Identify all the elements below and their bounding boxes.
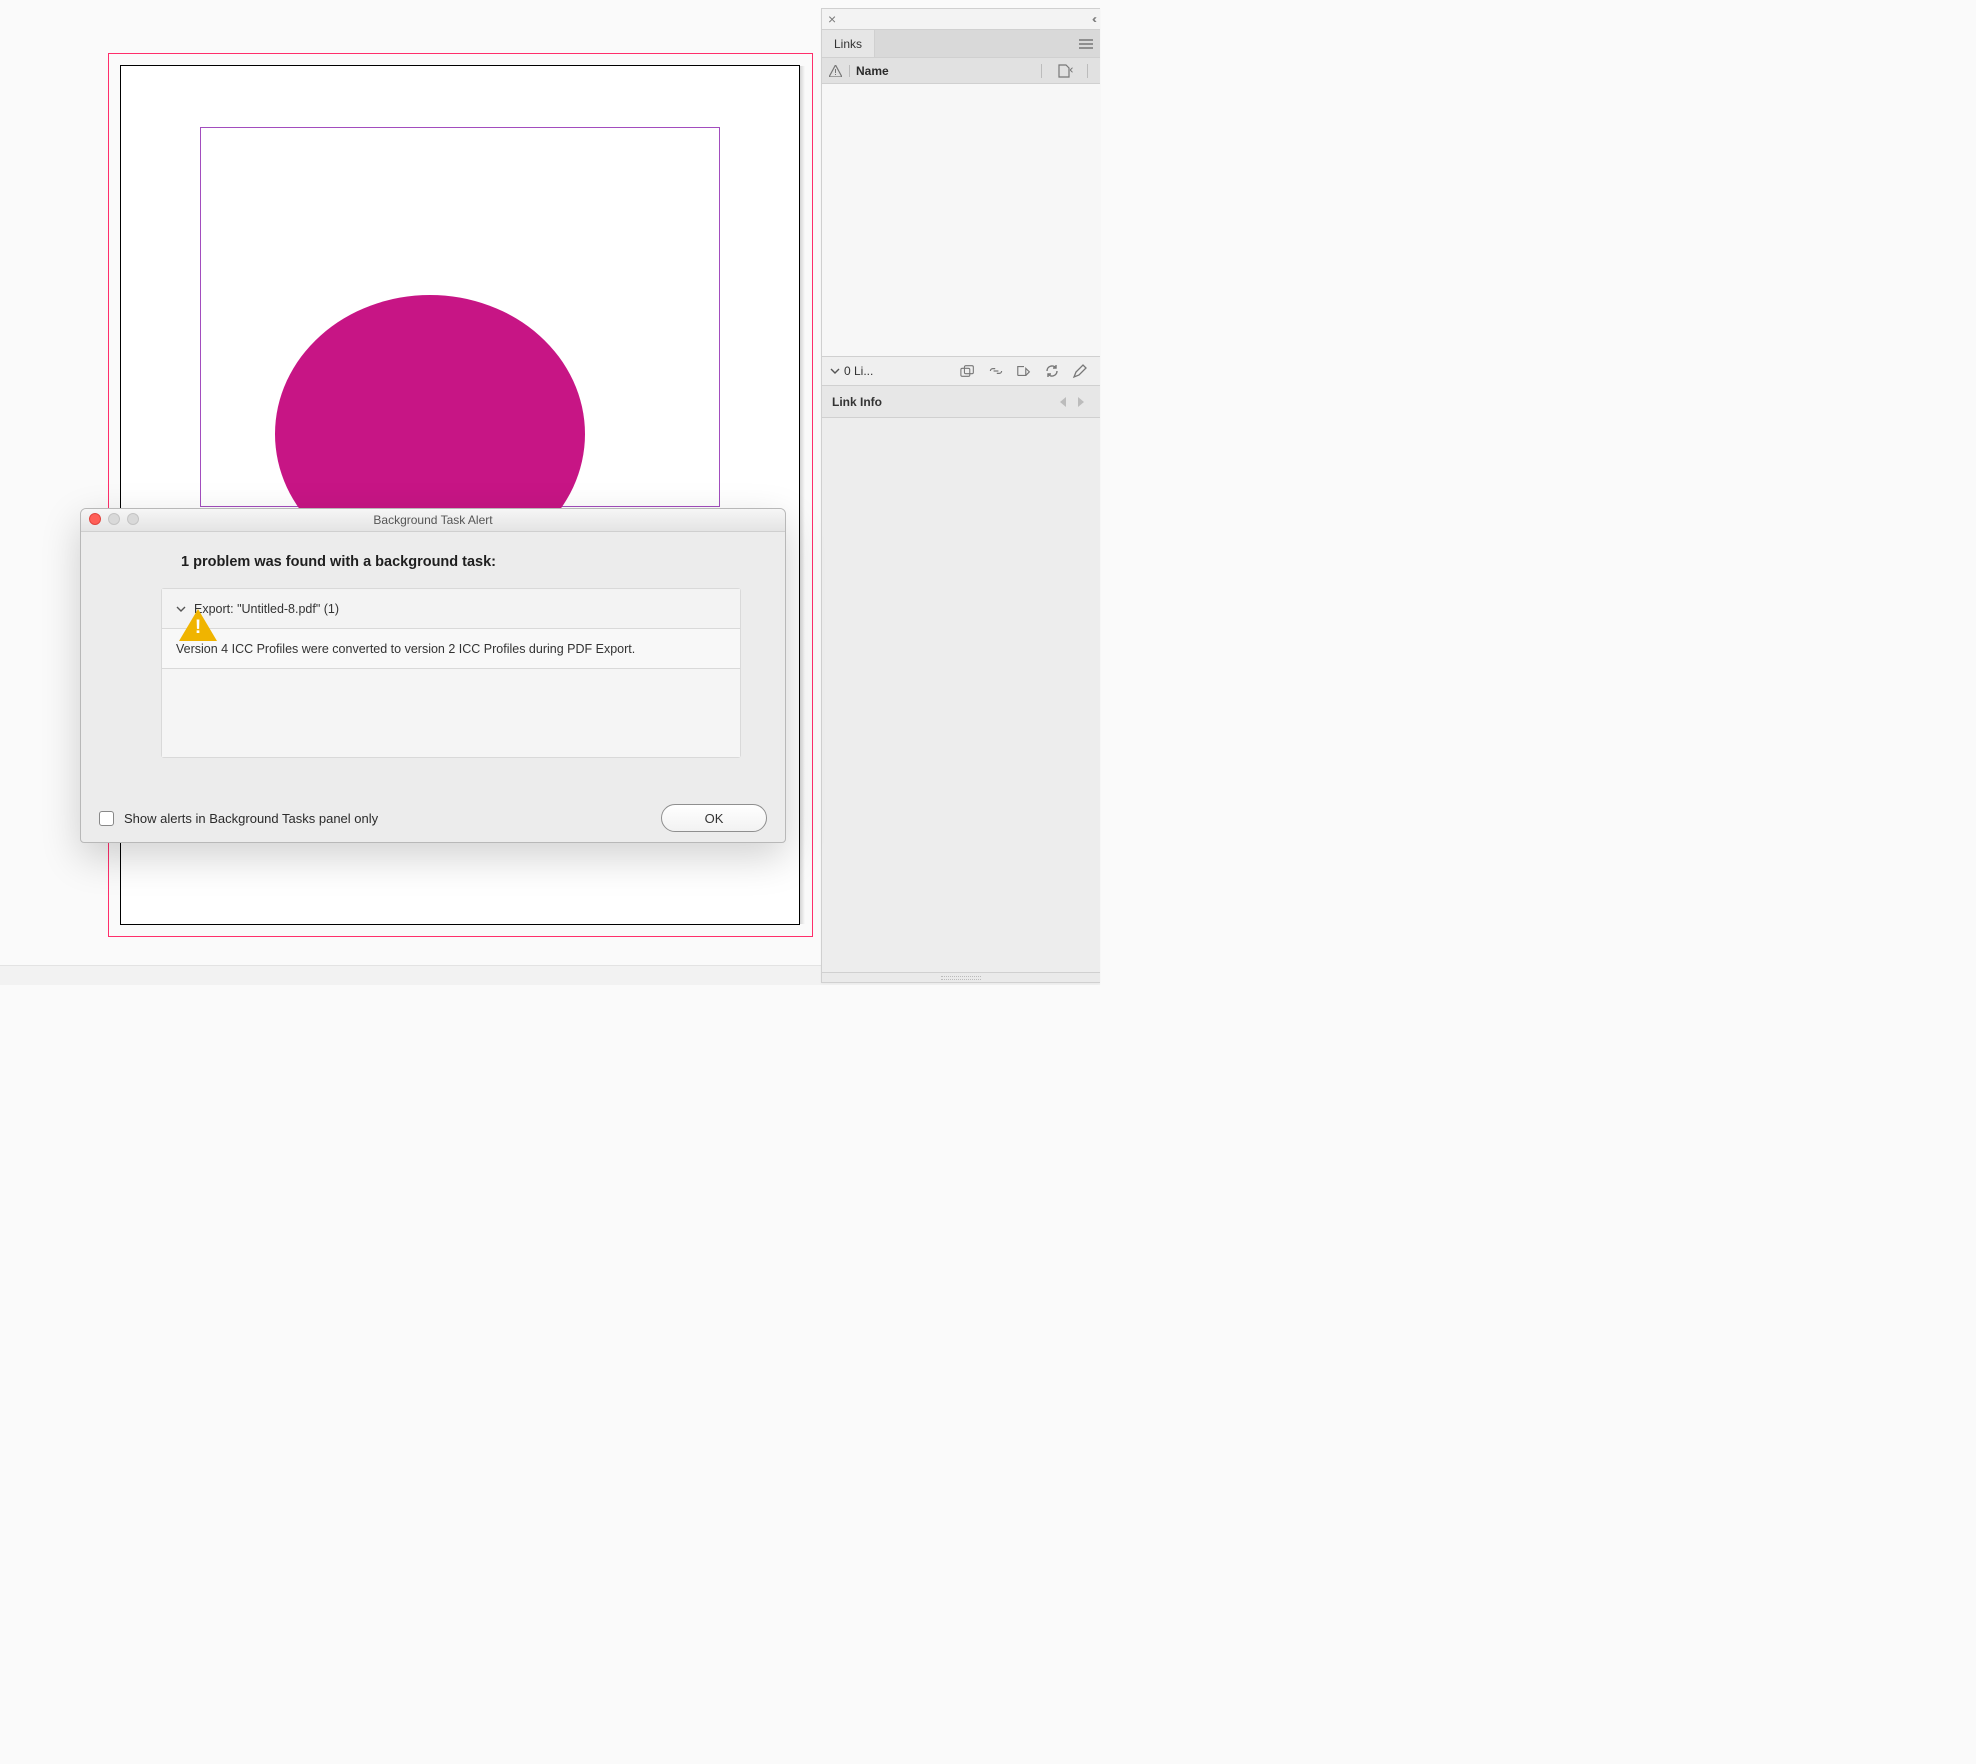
links-panel: × ‹‹ Links Name 0 Li... — [821, 8, 1100, 983]
alert-task-row[interactable]: Export: "Untitled-8.pdf" (1) — [162, 589, 740, 629]
next-link-icon[interactable] — [1072, 393, 1090, 411]
column-status-icon[interactable] — [822, 65, 850, 77]
window-controls — [89, 513, 139, 525]
alert-empty-row — [162, 669, 740, 757]
zoom-window-button — [127, 513, 139, 525]
panel-menu-icon[interactable] — [1072, 30, 1100, 57]
prev-link-icon[interactable] — [1054, 393, 1072, 411]
update-link-icon[interactable] — [1040, 360, 1064, 382]
relink-icon[interactable] — [984, 360, 1008, 382]
link-info-body — [822, 418, 1100, 972]
dialog-footer: Show alerts in Background Tasks panel on… — [81, 794, 785, 842]
show-in-panel-checkbox[interactable] — [99, 811, 114, 826]
edit-original-icon[interactable] — [1068, 360, 1092, 382]
relink-cc-icon[interactable] — [956, 360, 980, 382]
chevron-down-icon — [176, 603, 186, 617]
alert-list: Export: "Untitled-8.pdf" (1) Version 4 I… — [161, 588, 741, 758]
link-info-header[interactable]: Link Info — [822, 386, 1100, 418]
background-task-alert-dialog: Background Task Alert 1 problem was foun… — [80, 508, 786, 843]
dialog-titlebar[interactable]: Background Task Alert — [81, 509, 785, 532]
close-icon[interactable]: × — [828, 12, 836, 26]
links-count-label: 0 Li... — [844, 364, 873, 378]
links-status-bar: 0 Li... — [822, 356, 1100, 386]
dialog-title: Background Task Alert — [373, 513, 492, 527]
minimize-window-button — [108, 513, 120, 525]
alert-message: Version 4 ICC Profiles were converted to… — [176, 642, 635, 656]
links-count[interactable]: 0 Li... — [830, 364, 873, 378]
panel-titlebar: × ‹‹ — [822, 9, 1100, 30]
goto-link-icon[interactable] — [1012, 360, 1036, 382]
links-header-row: Name — [822, 58, 1100, 84]
collapse-icon[interactable]: ‹‹ — [1092, 12, 1094, 26]
column-page-icon[interactable] — [1042, 64, 1088, 78]
tab-links[interactable]: Links — [822, 30, 875, 57]
alert-message-row: Version 4 ICC Profiles were converted to… — [162, 629, 740, 669]
close-window-button[interactable] — [89, 513, 101, 525]
link-info-label: Link Info — [832, 395, 882, 409]
dialog-headline: 1 problem was found with a background ta… — [81, 532, 785, 580]
ok-button[interactable]: OK — [661, 804, 767, 832]
panel-tabs: Links — [822, 30, 1100, 58]
show-in-panel-label[interactable]: Show alerts in Background Tasks panel on… — [124, 811, 378, 826]
panel-resize-grip[interactable] — [822, 972, 1100, 982]
column-name[interactable]: Name — [850, 64, 1042, 78]
links-list[interactable] — [822, 84, 1100, 356]
